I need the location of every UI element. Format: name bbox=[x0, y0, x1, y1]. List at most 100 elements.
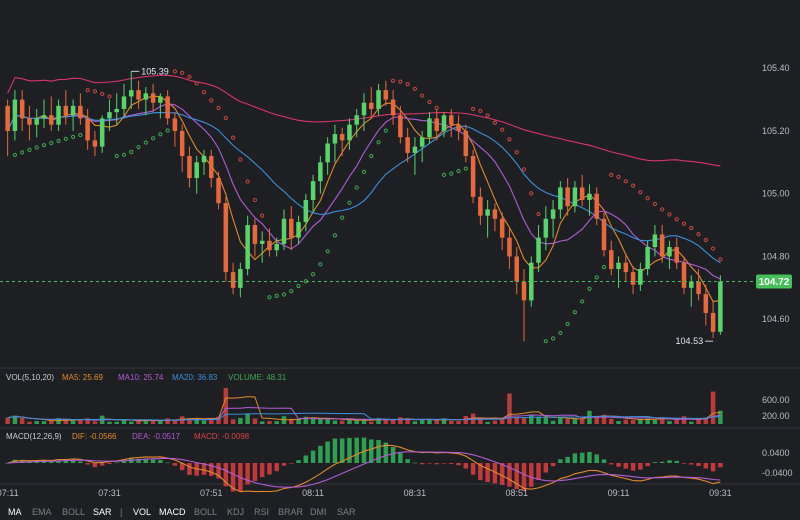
price-tick-label: 105.00 bbox=[762, 189, 790, 199]
sar-dot bbox=[252, 197, 258, 203]
sar-dot bbox=[187, 74, 192, 79]
sar-dot bbox=[681, 221, 687, 226]
candle bbox=[674, 237, 679, 270]
candle-body bbox=[383, 90, 389, 100]
candle-body bbox=[267, 240, 272, 251]
time-axis: 07:11 07:31 07:51 08:11 08:31 08:51 09:11 09:31 bbox=[0, 488, 732, 498]
sar-dot bbox=[507, 137, 512, 142]
candle-body bbox=[165, 96, 170, 119]
volume-bar bbox=[27, 421, 32, 424]
candle bbox=[470, 149, 476, 204]
indicator-boll[interactable]: BOLL bbox=[62, 507, 85, 517]
volume-bar bbox=[594, 416, 599, 424]
candle-body bbox=[616, 262, 621, 270]
macd-bar bbox=[499, 463, 505, 485]
sar-dot bbox=[107, 94, 112, 99]
sar-dot bbox=[660, 207, 665, 212]
candle-body bbox=[659, 234, 665, 257]
candle-body bbox=[718, 281, 723, 332]
sar-dot bbox=[609, 172, 614, 177]
macd-bar bbox=[645, 463, 650, 467]
candle-body bbox=[114, 108, 119, 113]
candle bbox=[49, 96, 54, 131]
sar-dot bbox=[550, 336, 556, 341]
volume-bar bbox=[485, 421, 490, 424]
indicator-ema[interactable]: EMA bbox=[32, 507, 52, 517]
candle-body bbox=[376, 90, 381, 109]
sar-dot bbox=[63, 136, 68, 141]
indicator-rsi[interactable]: RSI bbox=[254, 507, 269, 517]
sar-dot bbox=[70, 134, 76, 139]
sar-dot bbox=[572, 310, 578, 315]
candle bbox=[238, 262, 243, 298]
macd-bar bbox=[419, 463, 425, 465]
sar-dot bbox=[332, 233, 338, 238]
candle-body bbox=[419, 137, 425, 147]
candle-body bbox=[558, 187, 563, 210]
sar-dot bbox=[441, 172, 447, 177]
candle-body bbox=[521, 281, 527, 301]
price-tick-label: 105.20 bbox=[762, 126, 790, 136]
macd-bar bbox=[347, 437, 352, 463]
macd-bar bbox=[543, 463, 549, 473]
candle-body bbox=[303, 199, 309, 222]
candle-body bbox=[27, 118, 32, 125]
macd-bar bbox=[703, 463, 709, 469]
candle bbox=[718, 275, 723, 335]
candle-body bbox=[216, 178, 221, 204]
macd-bar bbox=[674, 460, 679, 463]
candle bbox=[667, 240, 672, 270]
candle-body bbox=[492, 209, 498, 219]
candle-body bbox=[187, 156, 192, 179]
candle-body bbox=[579, 187, 585, 200]
indicator-sar[interactable]: SAR bbox=[93, 507, 112, 517]
sar-dot bbox=[623, 179, 628, 184]
indicator-sar-sub[interactable]: SAR bbox=[337, 507, 356, 517]
candle-body bbox=[63, 105, 69, 116]
indicator-boll-sub[interactable]: BOLL bbox=[194, 507, 217, 517]
indicator-macd[interactable]: MACD bbox=[159, 507, 186, 517]
volume-title: VOL(5,10,20) bbox=[6, 373, 54, 382]
low-price-label: 104.53 bbox=[676, 336, 704, 346]
sar-dot bbox=[347, 200, 352, 205]
macd-bar bbox=[485, 463, 490, 483]
macd-bar bbox=[405, 459, 410, 463]
candle-body bbox=[536, 237, 541, 263]
indicator-vol[interactable]: VOL bbox=[133, 507, 151, 517]
sar-dot bbox=[565, 321, 570, 326]
volume-axis: 600.00 200.00 bbox=[762, 395, 790, 421]
chart-canvas[interactable]: 105.40 105.20 105.00 104.80 104.60 105.39 104… bbox=[0, 0, 800, 520]
candle bbox=[150, 83, 156, 113]
indicator-kdj[interactable]: KDJ bbox=[227, 507, 244, 517]
candle bbox=[405, 127, 410, 163]
candle bbox=[259, 231, 265, 263]
last-price-label: 104.72 bbox=[759, 277, 790, 288]
volume-bar bbox=[49, 420, 54, 424]
candle-body bbox=[56, 105, 61, 125]
macd-bar bbox=[274, 463, 279, 472]
sar-dot bbox=[601, 265, 607, 270]
indicator-dmi[interactable]: DMI bbox=[310, 507, 327, 517]
candle-body bbox=[150, 93, 156, 103]
volume-bar bbox=[572, 418, 578, 424]
candle bbox=[325, 137, 330, 175]
price-tick-label: 105.40 bbox=[762, 63, 790, 73]
candle-body bbox=[245, 225, 250, 270]
macd-bar bbox=[587, 451, 592, 463]
candle bbox=[289, 206, 294, 251]
candle-body bbox=[296, 221, 301, 238]
volume-bar bbox=[492, 420, 498, 424]
candle-body bbox=[696, 281, 701, 295]
volume-bar bbox=[405, 419, 410, 424]
indicator-ma[interactable]: MA bbox=[8, 507, 22, 517]
volume-bar bbox=[259, 421, 265, 424]
volume-bar bbox=[616, 421, 621, 424]
candle-body bbox=[456, 124, 461, 131]
macd-bar bbox=[187, 463, 192, 475]
indicator-brar[interactable]: BRAR bbox=[278, 507, 304, 517]
macd-bar bbox=[92, 463, 98, 468]
volume-bar bbox=[369, 421, 374, 424]
candle bbox=[318, 156, 323, 194]
macd-bar bbox=[456, 463, 461, 466]
sar-dot bbox=[150, 136, 156, 141]
